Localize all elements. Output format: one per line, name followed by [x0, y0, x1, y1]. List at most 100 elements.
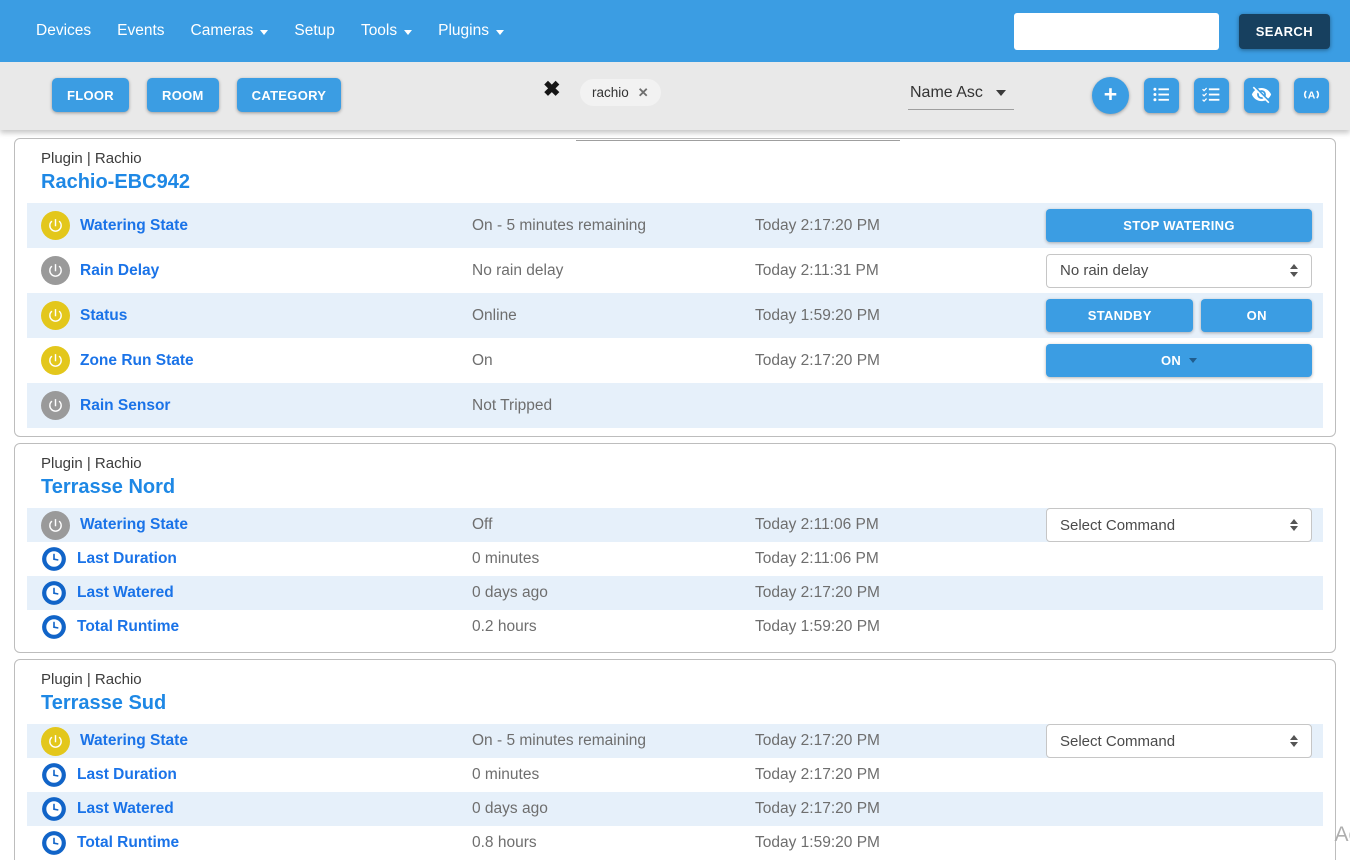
- stop-watering-button[interactable]: STOP WATERING: [1046, 209, 1312, 242]
- feature-value: 0 minutes: [472, 766, 755, 784]
- command-select[interactable]: Select Command: [1046, 724, 1312, 758]
- command-select[interactable]: Select Command: [1046, 508, 1312, 542]
- hide-devices-icon: [1251, 84, 1272, 108]
- device-title[interactable]: Terrasse Nord: [27, 474, 1323, 508]
- filter-input-underline[interactable]: [576, 140, 900, 141]
- feature-value: 0 days ago: [472, 584, 755, 602]
- device-feature-row: Rain SensorNot Tripped: [27, 383, 1323, 428]
- top-navbar: Devices Events Cameras Setup Tools Plugins SE…: [0, 0, 1350, 62]
- feature-label[interactable]: Watering State: [80, 217, 188, 235]
- clear-filters-icon[interactable]: ✖: [543, 79, 561, 100]
- device-feature-row: Total Runtime0.2 hoursToday 1:59:20 PM: [27, 610, 1323, 644]
- device-feature-row: Last Duration0 minutesToday 2:17:20 PM: [27, 758, 1323, 792]
- on-menu-button[interactable]: ON: [1046, 344, 1312, 377]
- clock-icon: [41, 830, 67, 856]
- broadcast-button[interactable]: A: [1294, 78, 1329, 113]
- on-button[interactable]: ON: [1201, 299, 1312, 332]
- power-on-icon: [41, 301, 70, 330]
- floor-filter-button[interactable]: FLOOR: [52, 78, 129, 112]
- sort-dropdown[interactable]: Name Asc: [908, 77, 1014, 110]
- feature-timestamp: Today 2:17:20 PM: [755, 800, 1046, 818]
- menu-button-label: ON: [1161, 353, 1181, 368]
- device-title[interactable]: Rachio-EBC942: [27, 169, 1323, 203]
- feature-label[interactable]: Last Duration: [77, 766, 177, 784]
- feature-timestamp: Today 2:11:31 PM: [755, 262, 1046, 280]
- feature-label[interactable]: Status: [80, 307, 127, 325]
- feature-label-cell: Watering State: [41, 211, 472, 240]
- feature-timestamp: Today 2:17:20 PM: [755, 732, 1046, 750]
- feature-control-cell: No rain delay: [1046, 254, 1312, 288]
- feature-label-cell: Status: [41, 301, 472, 330]
- feature-timestamp: Today 2:17:20 PM: [755, 584, 1046, 602]
- feature-timestamp: Today 2:17:20 PM: [755, 217, 1046, 235]
- feature-control-cell: Select Command: [1046, 508, 1312, 542]
- chip-remove-icon[interactable]: ✕: [638, 85, 649, 101]
- device-card: Plugin | RachioRachio-EBC942Watering Sta…: [14, 138, 1336, 437]
- feature-value: No rain delay: [472, 262, 755, 280]
- feature-label[interactable]: Last Watered: [77, 800, 174, 818]
- plus-icon: +: [1104, 83, 1117, 106]
- filter-chip[interactable]: rachio ✕: [580, 79, 661, 106]
- sort-label: Name Asc: [910, 84, 983, 102]
- clock-icon: [41, 762, 67, 788]
- feature-timestamp: Today 1:59:20 PM: [755, 618, 1046, 636]
- select-value: No rain delay: [1060, 262, 1148, 279]
- feature-control-cell: Select Command: [1046, 724, 1312, 758]
- hide-devices-button[interactable]: [1244, 78, 1279, 113]
- feature-label[interactable]: Last Watered: [77, 584, 174, 602]
- feature-timestamp: Today 2:11:06 PM: [755, 550, 1046, 568]
- select-value: Select Command: [1060, 517, 1175, 534]
- filter-chip-label: rachio: [592, 85, 629, 100]
- device-feature-row: Last Watered 0 days agoToday 2:17:20 PM: [27, 576, 1323, 610]
- chevron-down-icon: [496, 30, 504, 35]
- power-off-icon: [41, 391, 70, 420]
- power-on-icon: [41, 346, 70, 375]
- card-plugin-label: Plugin | Rachio: [27, 450, 1323, 474]
- feature-label[interactable]: Zone Run State: [80, 352, 194, 370]
- feature-label[interactable]: Rain Delay: [80, 262, 159, 280]
- search-input[interactable]: [1014, 13, 1219, 50]
- device-feature-row: Last Duration 0 minutesToday 2:11:06 PM: [27, 542, 1323, 576]
- nav-item-plugins[interactable]: Plugins: [438, 22, 504, 40]
- main-nav: Devices Events Cameras Setup Tools Plugins: [36, 22, 504, 40]
- feature-label-cell: Last Watered: [41, 796, 472, 822]
- room-filter-button[interactable]: ROOM: [147, 78, 219, 112]
- device-title[interactable]: Terrasse Sud: [27, 690, 1323, 724]
- bulk-edit-button[interactable]: [1194, 78, 1229, 113]
- feature-label[interactable]: Watering State: [80, 516, 188, 534]
- feature-label-cell: Last Duration: [41, 546, 472, 572]
- feature-label[interactable]: Last Duration: [77, 550, 177, 568]
- feature-label[interactable]: Total Runtime: [77, 618, 179, 636]
- nav-item-setup[interactable]: Setup: [294, 22, 335, 40]
- nav-item-label: Setup: [294, 22, 335, 40]
- nav-item-tools[interactable]: Tools: [361, 22, 412, 40]
- chevron-down-icon: [260, 30, 268, 35]
- search-button[interactable]: SEARCH: [1239, 14, 1330, 49]
- feature-value: 0 minutes: [472, 550, 755, 568]
- chevron-down-icon: [1189, 358, 1197, 363]
- device-card: Plugin | RachioTerrasse Nord Watering Sta…: [14, 443, 1336, 653]
- bulk-list-button[interactable]: [1144, 78, 1179, 113]
- category-filter-button[interactable]: CATEGORY: [237, 78, 342, 112]
- chevron-down-icon: [996, 90, 1006, 96]
- chevron-down-icon: [404, 30, 412, 35]
- nav-item-cameras[interactable]: Cameras: [191, 22, 269, 40]
- feature-label-cell: Last Watered: [41, 580, 472, 606]
- feature-control-cell: ON: [1046, 344, 1312, 377]
- bulk-list-icon: [1151, 84, 1172, 108]
- device-card: Plugin | RachioTerrasse SudWatering Stat…: [14, 659, 1336, 860]
- select-value: Select Command: [1060, 733, 1175, 750]
- feature-label[interactable]: Total Runtime: [77, 834, 179, 852]
- feature-control-cell: STOP WATERING: [1046, 209, 1312, 242]
- standby-button[interactable]: STANDBY: [1046, 299, 1193, 332]
- nav-item-devices[interactable]: Devices: [36, 22, 91, 40]
- device-feature-row: Last Watered0 days agoToday 2:17:20 PM: [27, 792, 1323, 826]
- command-select[interactable]: No rain delay: [1046, 254, 1312, 288]
- feature-control-cell: STANDBYON: [1046, 299, 1312, 332]
- add-device-button[interactable]: +: [1092, 77, 1129, 114]
- nav-item-events[interactable]: Events: [117, 22, 164, 40]
- toolbar-actions: +A: [1092, 77, 1329, 114]
- feature-label[interactable]: Rain Sensor: [80, 397, 170, 415]
- feature-label[interactable]: Watering State: [80, 732, 188, 750]
- feature-value: Off: [472, 516, 755, 534]
